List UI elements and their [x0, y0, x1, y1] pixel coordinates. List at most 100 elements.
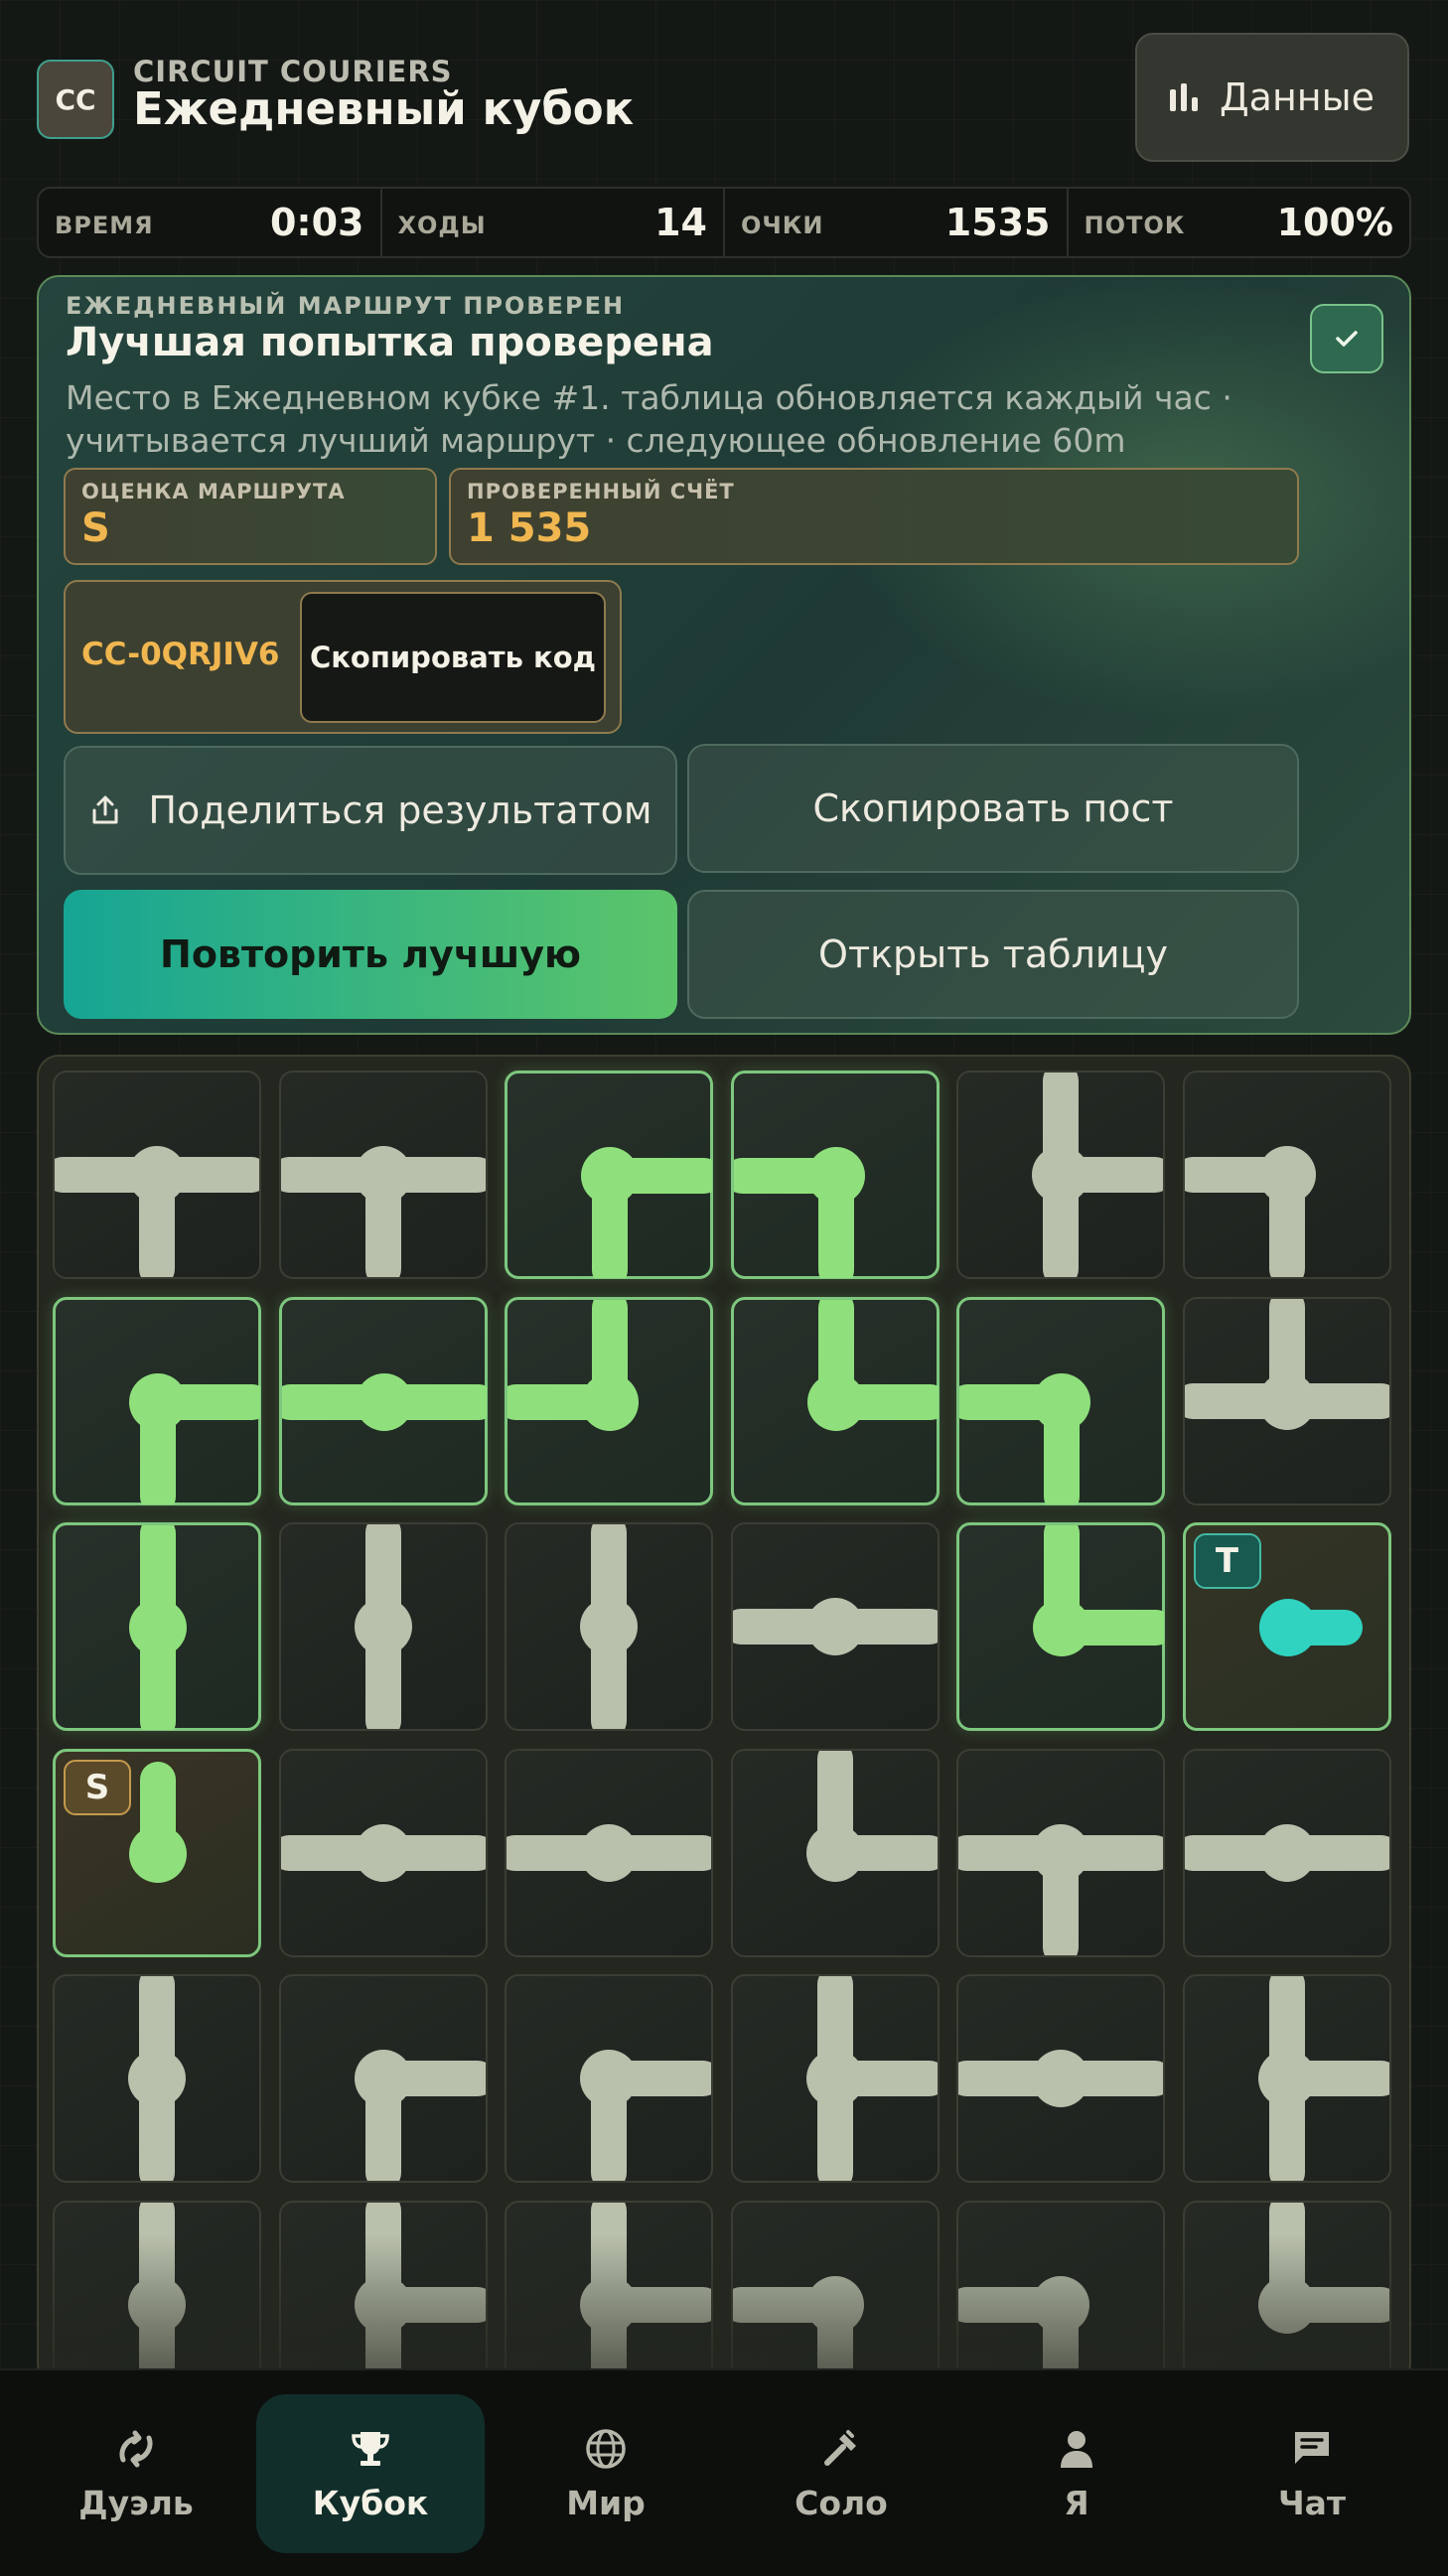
route-grade-box: ОЦЕНКА МАРШРУТА S [64, 468, 437, 565]
nav-solo[interactable]: Соло [727, 2394, 955, 2553]
globe-icon [586, 2428, 626, 2469]
board-tile[interactable] [956, 2200, 1165, 2383]
pipe-hub [1032, 1146, 1089, 1204]
board-tile[interactable] [53, 1522, 261, 1731]
board-tile[interactable] [730, 1748, 940, 1957]
board-tile[interactable] [505, 1974, 713, 2183]
board-tile[interactable] [956, 1522, 1165, 1731]
pipe-hub [1032, 1823, 1089, 1882]
board-tile[interactable] [956, 1748, 1165, 1957]
pipe-hub [1257, 1823, 1316, 1882]
board-tile[interactable] [730, 1522, 940, 1731]
nav-chat[interactable]: Чат [1198, 2394, 1426, 2553]
pipe-hub [129, 1824, 187, 1883]
stat-points: ОЧКИ 1535 [725, 189, 1069, 256]
route-grade-value: S [81, 505, 110, 551]
board-tile[interactable] [730, 1974, 940, 2183]
board-tile[interactable] [956, 1296, 1165, 1505]
nav-me[interactable]: Я [962, 2394, 1191, 2553]
board-tile[interactable] [505, 1748, 713, 1957]
nav-label: Кубок [312, 2483, 429, 2522]
pipe-graphic [580, 2202, 711, 2383]
nav-label: Мир [566, 2483, 646, 2522]
pipe-graphic [1184, 1298, 1389, 1430]
board-tile[interactable] [505, 1296, 713, 1505]
pipe-hub [1258, 1599, 1317, 1656]
pipe-hub [1257, 1371, 1316, 1430]
swords-icon [119, 2430, 153, 2467]
board-tile[interactable] [53, 1974, 261, 2183]
pipe-graphic [581, 1147, 712, 1278]
route-grade-label: ОЦЕНКА МАРШРУТА [81, 480, 346, 503]
board-tile[interactable] [505, 2200, 713, 2383]
stat-time: ВРЕМЯ 0:03 [39, 189, 382, 256]
replay-best-button[interactable]: Повторить лучшую [64, 890, 677, 1019]
pipe-hub [805, 1823, 864, 1882]
pipe-hub [354, 2275, 412, 2334]
pipe-hub [1257, 1146, 1316, 1204]
open-table-button[interactable]: Открыть таблицу [687, 890, 1299, 1019]
share-result-button[interactable]: Поделиться результатом [64, 746, 677, 875]
board-tile[interactable] [1182, 1296, 1391, 1505]
board-tile[interactable] [730, 1071, 940, 1279]
board-tile[interactable] [278, 1296, 488, 1505]
target-badge: T [1193, 1533, 1261, 1589]
pipe-hub [1033, 1372, 1090, 1431]
data-button-label: Данные [1219, 75, 1376, 119]
stat-value: 0:03 [269, 201, 364, 244]
pipe-graphic [958, 1823, 1163, 1955]
board-tile[interactable] [278, 2200, 488, 2383]
copy-code-button[interactable]: Скопировать код [300, 592, 606, 723]
nav-label: Дуэль [78, 2483, 194, 2522]
stat-value: 14 [654, 201, 707, 244]
nav-cup[interactable]: Кубок [256, 2394, 485, 2553]
board-tile[interactable] [278, 1974, 488, 2183]
pipe-graphic [1033, 1525, 1164, 1656]
pipe-graphic [129, 1525, 187, 1730]
board-tile[interactable] [505, 1071, 713, 1279]
pipe-graphic [580, 2050, 711, 2181]
pipe-graphic [128, 2202, 186, 2383]
board-tile[interactable] [1182, 2200, 1391, 2383]
pipe-graphic [806, 1299, 939, 1431]
pipe-hub [354, 1598, 412, 1655]
data-button[interactable]: Данные [1135, 33, 1409, 162]
board-tile[interactable] [956, 1974, 1165, 2183]
verified-score-value: 1 535 [467, 505, 592, 551]
result-kicker: ЕЖЕДНЕВНЫЙ МАРШРУТ ПРОВЕРЕН [66, 292, 626, 320]
share-icon [92, 795, 118, 824]
tile-source[interactable]: S [53, 1748, 261, 1957]
pipe-graphic [354, 2050, 486, 2181]
pipe-hub [128, 2275, 186, 2334]
tile-target[interactable]: T [1182, 1522, 1391, 1731]
board-tile[interactable] [730, 2200, 940, 2383]
board-tile[interactable] [1182, 1748, 1391, 1957]
pipe-hub [1257, 2275, 1316, 2334]
board-tile[interactable] [53, 1071, 261, 1279]
board-tile[interactable] [730, 1296, 940, 1505]
board-tile[interactable] [1182, 1974, 1391, 2183]
pipe-hub [581, 1147, 639, 1205]
nav-world[interactable]: Мир [492, 2394, 720, 2553]
board-tile[interactable] [53, 1296, 261, 1505]
nav-duel[interactable]: Дуэль [22, 2394, 250, 2553]
pipe-hub [580, 1823, 638, 1882]
stat-label: ХОДЫ [397, 212, 487, 239]
stat-value: 100% [1276, 201, 1393, 244]
board-tile[interactable] [956, 1071, 1165, 1279]
board-tile[interactable] [278, 1748, 488, 1957]
copy-post-button[interactable]: Скопировать пост [687, 744, 1299, 873]
pipe-hub [354, 1146, 412, 1204]
pipe-graphic [1257, 2202, 1389, 2334]
board-tile[interactable] [505, 1522, 713, 1731]
stats-bar: ВРЕМЯ 0:03 ХОДЫ 14 ОЧКИ 1535 ПОТОК 100% [37, 187, 1411, 258]
board-tile[interactable] [1182, 1071, 1391, 1279]
result-card: ЕЖЕДНЕВНЫЙ МАРШРУТ ПРОВЕРЕН Лучшая попыт… [37, 275, 1411, 1035]
board-tile[interactable] [53, 2200, 261, 2383]
pipe-hub [128, 2050, 186, 2107]
board-tile[interactable] [278, 1071, 488, 1279]
hammer-icon [824, 2429, 856, 2466]
board-tile[interactable] [278, 1522, 488, 1731]
route-code-box: CC-0QRJIV6 Скопировать код [64, 580, 622, 734]
pipe-hub [580, 1598, 638, 1655]
